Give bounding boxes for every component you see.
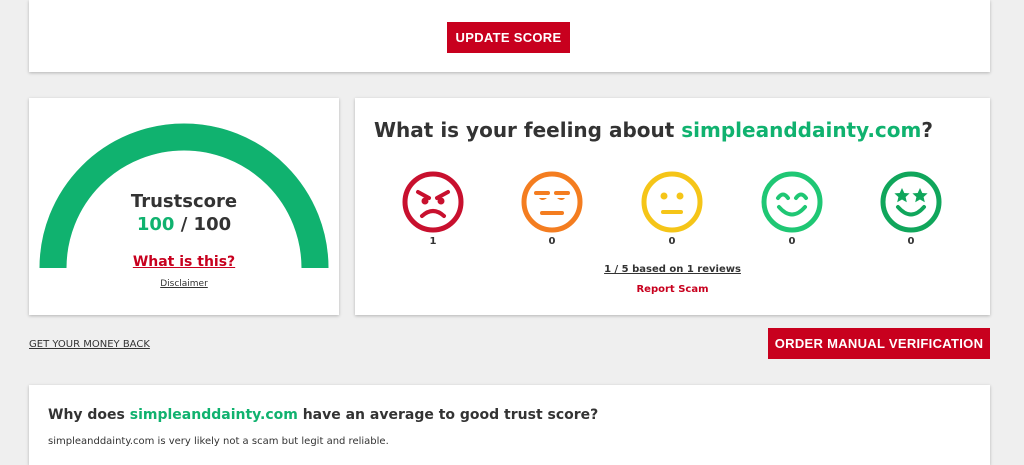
annoyed-count: 0	[548, 236, 556, 247]
trustscore-separator: /	[174, 214, 194, 235]
why-card: Why does simpleanddainty.com have an ave…	[29, 385, 990, 465]
trustscore-max: 100	[193, 214, 232, 235]
why-site-name: simpleanddainty.com	[129, 407, 298, 423]
trustscore-number: 100	[136, 214, 175, 235]
feeling-title: What is your feeling about simpleanddain…	[374, 118, 933, 142]
neutral-face-icon[interactable]	[640, 170, 704, 234]
why-description: simpleanddainty.com is very likely not a…	[48, 436, 389, 447]
what-is-this-link[interactable]: What is this?	[29, 254, 339, 270]
why-title-prefix: Why does	[48, 407, 130, 423]
trustscore-value: 100 / 100	[29, 214, 339, 235]
feeling-site-name: simpleanddainty.com	[681, 118, 922, 142]
order-verification-button[interactable]: ORDER MANUAL VERIFICATION	[768, 328, 990, 359]
update-score-card: UPDATE SCORE	[29, 0, 990, 72]
neutral-count: 0	[668, 236, 676, 247]
angry-face-icon[interactable]	[401, 170, 465, 234]
angry-count: 1	[429, 236, 437, 247]
feeling-title-prefix: What is your feeling about	[374, 118, 682, 142]
update-score-button[interactable]: UPDATE SCORE	[447, 22, 570, 53]
star-eyes-face-icon[interactable]	[879, 170, 943, 234]
smiling-face-icon[interactable]	[760, 170, 824, 234]
reviews-summary-link[interactable]: 1 / 5 based on 1 reviews	[355, 264, 990, 275]
trustscore-card: Trustscore 100 / 100 What is this? Discl…	[29, 98, 339, 315]
smiling-count: 0	[788, 236, 796, 247]
feeling-card: What is your feeling about simpleanddain…	[355, 98, 990, 315]
why-title: Why does simpleanddainty.com have an ave…	[48, 407, 598, 423]
report-scam-link[interactable]: Report Scam	[355, 284, 990, 295]
disclaimer-link[interactable]: Disclaimer	[29, 279, 339, 289]
star-eyes-count: 0	[907, 236, 915, 247]
annoyed-face-icon[interactable]	[520, 170, 584, 234]
why-title-suffix: have an average to good trust score?	[297, 407, 599, 423]
trustscore-label: Trustscore	[130, 191, 238, 212]
feeling-title-suffix: ?	[921, 118, 933, 142]
money-back-link[interactable]: GET YOUR MONEY BACK	[29, 339, 150, 350]
